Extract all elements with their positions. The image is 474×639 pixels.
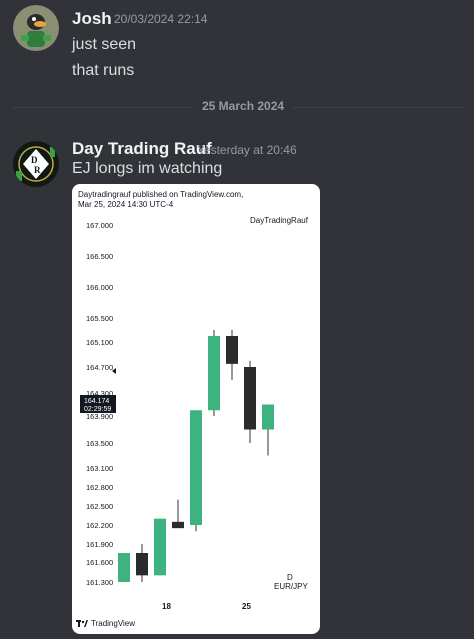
y-tick-label: 162.500 bbox=[86, 502, 113, 511]
y-tick-label: 162.800 bbox=[86, 483, 113, 492]
candle-body bbox=[208, 336, 220, 411]
message-line: just seen bbox=[72, 36, 137, 53]
x-tick-label: 18 bbox=[162, 602, 171, 611]
chart-timeframe: D bbox=[287, 573, 293, 582]
candle-body bbox=[190, 410, 202, 525]
svg-text:D: D bbox=[31, 155, 38, 165]
y-tick-label: 161.900 bbox=[86, 540, 113, 549]
candle-body bbox=[172, 521, 184, 529]
message-timestamp: Yesterday at 20:46 bbox=[197, 143, 297, 157]
candle-body bbox=[262, 404, 274, 430]
y-tick-label: 163.100 bbox=[86, 464, 113, 473]
message-line: EJ longs im watching bbox=[72, 160, 223, 177]
y-tick-label: 166.500 bbox=[86, 252, 113, 261]
tradingview-brand: TradingView bbox=[76, 619, 135, 628]
y-tick-label: 163.500 bbox=[86, 439, 113, 448]
dr-logo-avatar-icon[interactable]: D R bbox=[13, 141, 59, 187]
y-tick-label: 163.900 bbox=[86, 412, 113, 421]
chart-attachment[interactable]: Daytradingrauf published on TradingView.… bbox=[72, 184, 320, 634]
y-tick-label: 167.000 bbox=[86, 221, 113, 230]
y-tick-label: 165.500 bbox=[86, 314, 113, 323]
svg-text:R: R bbox=[34, 165, 41, 175]
candlestick-chart: 167.000 166.500 166.000 165.500 165.100 164.7… bbox=[80, 221, 274, 611]
brand-label: TradingView bbox=[91, 619, 136, 628]
duck-avatar-icon[interactable] bbox=[13, 5, 59, 51]
y-tick-label: 164.700 bbox=[86, 363, 113, 372]
candle-body bbox=[226, 336, 238, 364]
price-marker-countdown: 02:29:59 bbox=[84, 406, 111, 413]
date-divider-label: 25 March 2024 bbox=[194, 99, 293, 113]
message-timestamp: 20/03/2024 22:14 bbox=[114, 12, 208, 26]
candle-body bbox=[244, 367, 256, 430]
y-tick-label: 162.200 bbox=[86, 521, 113, 530]
tradingview-logo-icon bbox=[76, 619, 88, 627]
chart-symbol: EUR/JPY bbox=[274, 582, 308, 591]
y-tick-label: 166.000 bbox=[86, 283, 113, 292]
x-tick-label: 25 bbox=[242, 602, 251, 611]
y-tick-label: 161.300 bbox=[86, 578, 113, 587]
y-tick-label: 161.600 bbox=[86, 558, 113, 567]
username[interactable]: Josh bbox=[72, 9, 112, 29]
username[interactable]: Day Trading Rauf bbox=[72, 139, 212, 159]
message-line: that runs bbox=[72, 62, 135, 79]
price-marker-value: 164.174 bbox=[84, 398, 109, 405]
candle-body bbox=[118, 553, 130, 582]
y-tick-label: 165.100 bbox=[86, 338, 113, 347]
candle-body bbox=[136, 553, 148, 576]
candle-body bbox=[154, 518, 166, 576]
